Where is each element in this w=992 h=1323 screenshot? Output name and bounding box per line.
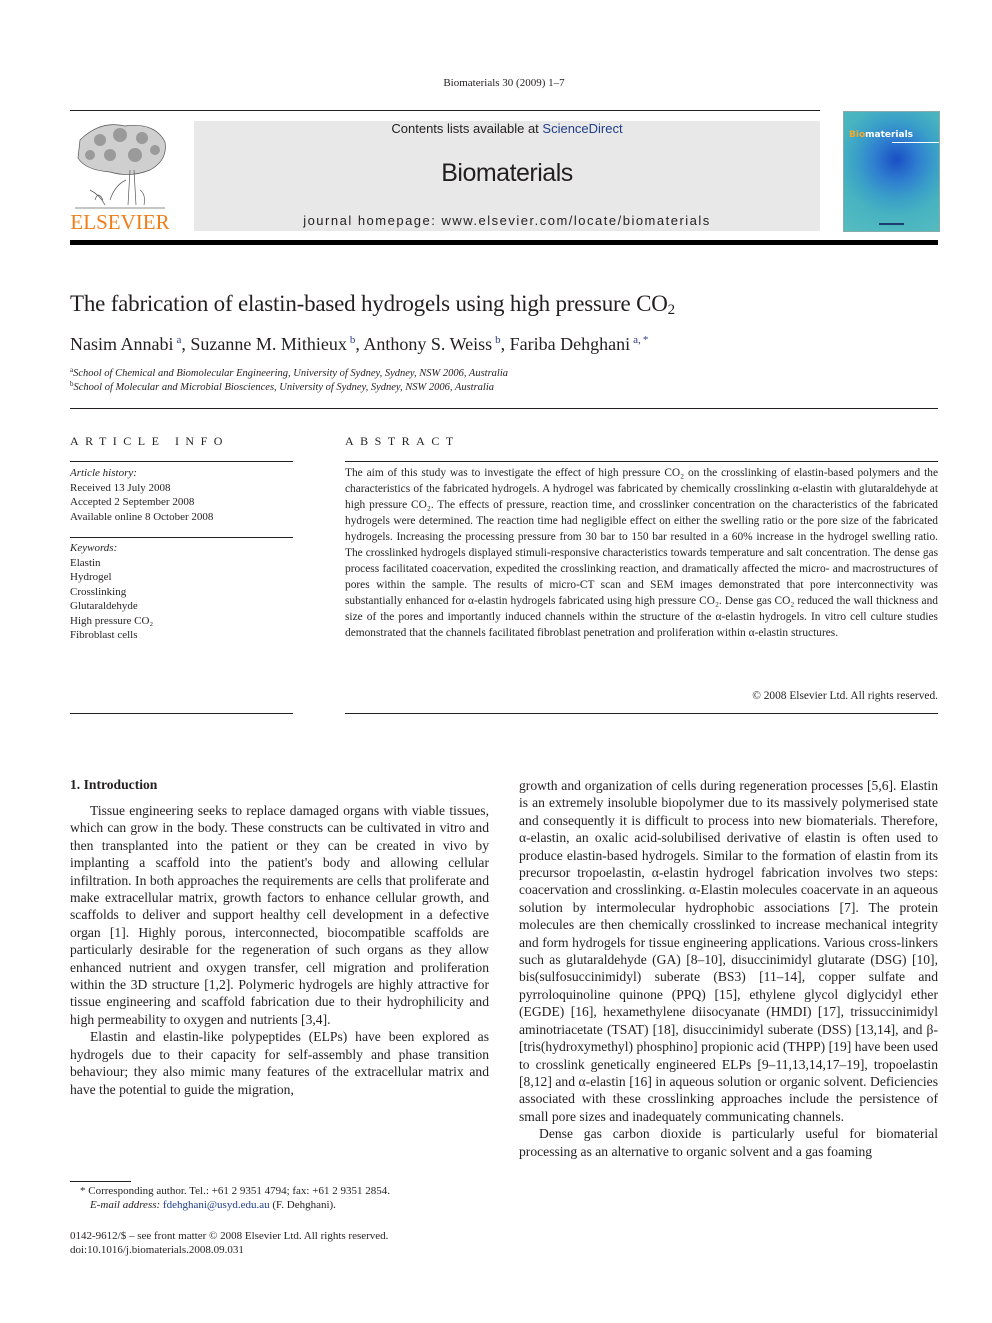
doi-line[interactable]: doi:10.1016/j.biomaterials.2008.09.031 <box>70 1243 244 1257</box>
keyword: Hydrogel <box>70 571 112 583</box>
body-paragraph: Elastin and elastin-like polypeptides (E… <box>70 1029 489 1097</box>
article-info-bottom-rule <box>70 713 293 714</box>
journal-name: Biomaterials <box>441 159 573 187</box>
abstract-heading: ABSTRACT <box>345 434 460 448</box>
affiliation-marker[interactable]: b <box>495 334 501 346</box>
affiliation-marker[interactable]: b <box>350 334 356 346</box>
contents-line: Contents lists available at ScienceDirec… <box>194 121 820 137</box>
journal-masthead: Contents lists available at ScienceDirec… <box>194 121 820 231</box>
keyword: Crosslinking <box>70 585 127 598</box>
body-paragraph: Tissue engineering seeks to replace dama… <box>70 803 489 1027</box>
contents-prefix: Contents lists available at <box>391 121 543 136</box>
keyword: High pressure CO₂ <box>70 614 154 627</box>
abstract-text: The aim of this study was to investigate… <box>345 467 938 639</box>
sciencedirect-link[interactable]: ScienceDirect <box>542 121 622 136</box>
author[interactable]: Anthony S. Weiss <box>363 334 492 354</box>
body-paragraph: Dense gas carbon dioxide is particularly… <box>519 1126 938 1159</box>
email-note: E-mail address: fdehghani@usyd.edu.au (F… <box>90 1199 336 1211</box>
cover-title: Biomaterials <box>849 130 914 140</box>
elsevier-wordmark: ELSEVIER <box>70 210 170 234</box>
affiliation-b: bSchool of Molecular and Microbial Biosc… <box>70 380 495 393</box>
affiliation-marker[interactable]: a, * <box>633 334 648 346</box>
article-info-rule <box>70 461 293 462</box>
keywords-label: Keywords: <box>70 542 118 554</box>
affiliation-marker[interactable]: a <box>177 334 182 346</box>
keywords: Keywords: Elastin Hydrogel Crosslinking … <box>70 541 153 643</box>
article-info-heading: ARTICLE INFO <box>70 434 229 448</box>
history-online: Available online 8 October 2008 <box>70 510 214 523</box>
article-title: The fabrication of elastin-based hydroge… <box>70 291 675 318</box>
keyword: Fibroblast cells <box>70 629 138 641</box>
body-paragraph: growth and organization of cells during … <box>519 778 938 1124</box>
history-accepted: Accepted 2 September 2008 <box>70 496 195 508</box>
abstract-bottom-rule <box>345 713 938 714</box>
journal-cover-image: Biomaterials <box>843 111 940 232</box>
history-label: Article history: <box>70 467 137 479</box>
journal-homepage[interactable]: journal homepage: www.elsevier.com/locat… <box>194 213 820 228</box>
author[interactable]: Nasim Annabi <box>70 334 174 354</box>
author-list: Nasim Annabi a, Suzanne M. Mithieux b, Ant… <box>70 334 649 354</box>
corresponding-author-note: * Corresponding author. Tel.: +61 2 9351… <box>80 1185 390 1197</box>
cover-footer-mark <box>879 223 904 225</box>
body-column-left: Tissue engineering seeks to replace dama… <box>70 802 489 1098</box>
article-history: Article history: Received 13 July 2008 A… <box>70 466 213 524</box>
section-heading-introduction: 1. Introduction <box>70 777 158 792</box>
abstract-copyright: © 2008 Elsevier Ltd. All rights reserved… <box>752 690 938 702</box>
affiliation-rule <box>70 408 938 409</box>
header-rule <box>70 110 820 111</box>
issn-line: 0142-9612/$ – see front matter © 2008 El… <box>70 1230 389 1242</box>
keyword: Elastin <box>70 556 101 569</box>
abstract-rule <box>345 461 938 462</box>
affiliation-a: aSchool of Chemical and Biomolecular Eng… <box>70 366 509 379</box>
author[interactable]: Suzanne M. Mithieux <box>190 334 346 354</box>
body-column-right: growth and organization of cells during … <box>519 777 938 1160</box>
keywords-rule <box>70 537 293 538</box>
cover-rule <box>892 142 939 143</box>
masthead-thick-rule <box>70 240 938 245</box>
history-received: Received 13 July 2008 <box>70 481 171 494</box>
email-link[interactable]: fdehghani@usyd.edu.au <box>163 1199 270 1211</box>
footnote-rule <box>70 1181 131 1182</box>
keyword: Glutaraldehyde <box>70 600 138 612</box>
author[interactable]: Fariba Dehghani <box>510 334 630 354</box>
running-head: Biomaterials 30 (2009) 1–7 <box>443 77 565 89</box>
